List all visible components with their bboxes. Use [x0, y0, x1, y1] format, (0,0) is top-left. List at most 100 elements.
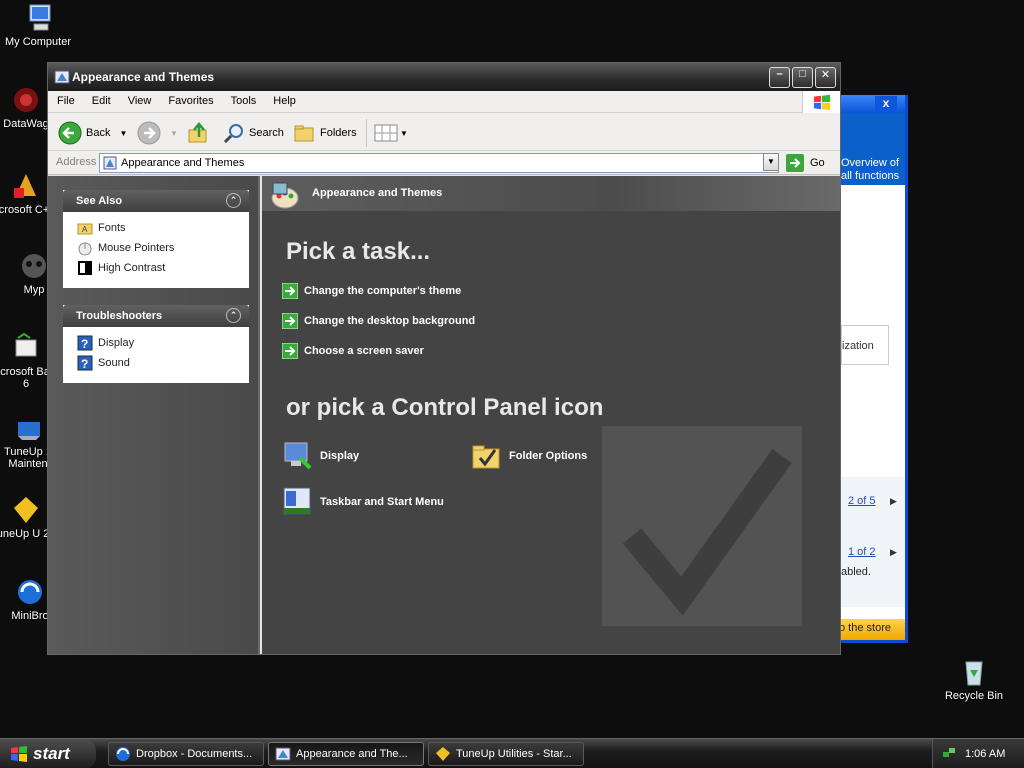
see-also-mouse-pointers[interactable]: Mouse Pointers: [63, 238, 249, 258]
appearance-themes-window[interactable]: Appearance and Themes – □ ✕ File Edit Vi…: [47, 62, 841, 655]
control-panel-icon: [54, 70, 70, 84]
taskbar-button-dropbox[interactable]: Dropbox - Documents...: [108, 742, 264, 766]
views-dropdown-icon[interactable]: ▼: [400, 129, 408, 138]
system-tray: 1:06 AM: [932, 739, 1024, 768]
forward-button[interactable]: ▼: [137, 120, 178, 146]
folders-button[interactable]: Folders: [293, 120, 357, 146]
go-arrow-icon: [786, 154, 804, 172]
toolbar: Back ▼ ▼ Search Folders ▼: [48, 113, 840, 151]
up-folder-button[interactable]: [186, 120, 210, 146]
views-button[interactable]: ▼: [374, 120, 408, 146]
task-arrow-icon: [282, 313, 298, 329]
desktop-icon-recycle-bin[interactable]: Recycle Bin: [934, 656, 1014, 702]
raccoon-icon: [22, 254, 46, 278]
folders-icon: [294, 125, 314, 142]
task-change-theme[interactable]: Change the computer's theme: [282, 283, 461, 299]
see-also-fonts[interactable]: A Fonts: [63, 218, 249, 238]
cp-icon-display[interactable]: Display: [282, 440, 359, 472]
collapse-chevron-icon[interactable]: ⌃: [226, 193, 241, 208]
menu-file[interactable]: File: [48, 91, 83, 107]
windows-logo: [802, 91, 840, 113]
window-title: Appearance and Themes: [72, 70, 215, 84]
menu-tools[interactable]: Tools: [222, 91, 265, 107]
desktop-icon-my-computer[interactable]: My Computer: [0, 2, 78, 48]
high-contrast-icon: [78, 261, 92, 275]
task-arrow-icon: [282, 343, 298, 359]
go-button[interactable]: Go: [786, 154, 825, 172]
collapse-chevron-icon[interactable]: ⌃: [226, 308, 241, 323]
task-change-background[interactable]: Change the desktop background: [282, 313, 475, 329]
browser-icon: [116, 747, 130, 761]
background-window-pager-1[interactable]: 2 of 5: [848, 495, 876, 507]
background-window-store-button[interactable]: o the store: [833, 619, 905, 640]
appearance-themes-icon: [271, 182, 299, 209]
address-value: Appearance and Themes: [121, 157, 245, 169]
maximize-button[interactable]: □: [792, 67, 813, 88]
tuneup-key-icon: [436, 747, 450, 761]
see-also-header[interactable]: See Also ⌃: [63, 190, 249, 212]
background-window-close-button[interactable]: x: [875, 96, 897, 112]
menu-favorites[interactable]: Favorites: [159, 91, 221, 107]
chevron-right-icon[interactable]: ▶: [890, 496, 897, 507]
menu-bar: File Edit View Favorites Tools Help: [48, 91, 840, 113]
menu-edit[interactable]: Edit: [83, 91, 119, 107]
address-input[interactable]: Appearance and Themes: [99, 153, 779, 173]
troubleshooters-panel: Troubleshooters ⌃ ? Display ? Sound: [63, 305, 249, 383]
menu-help[interactable]: Help: [264, 91, 304, 107]
help-icon: ?: [77, 355, 93, 371]
control-panel-small-icon: [103, 156, 117, 170]
control-panel-icon: [275, 747, 291, 761]
toolbar-separator: [366, 119, 367, 147]
task-screen-saver[interactable]: Choose a screen saver: [282, 343, 424, 359]
category-title: Appearance and Themes: [312, 187, 443, 199]
see-also-high-contrast[interactable]: High Contrast: [63, 258, 249, 278]
tuneup-key-icon: [14, 497, 38, 523]
background-window-card[interactable]: ization: [841, 325, 889, 365]
address-label: Address: [56, 156, 97, 168]
task-arrow-icon: [282, 283, 298, 299]
search-button[interactable]: Search: [222, 120, 284, 146]
back-dropdown-icon[interactable]: ▼: [119, 129, 127, 138]
troubleshooters-title: Troubleshooters: [76, 310, 163, 322]
see-also-panel: See Also ⌃ A Fonts Mouse Pointers High C…: [63, 190, 249, 288]
svg-text:A: A: [82, 225, 88, 234]
window-titlebar[interactable]: Appearance and Themes – □ ✕: [48, 63, 840, 91]
svg-text:?: ?: [81, 357, 88, 371]
windows-flag-icon: [11, 746, 27, 762]
close-button[interactable]: ✕: [815, 67, 836, 88]
forward-dropdown-icon[interactable]: ▼: [170, 129, 178, 138]
chevron-right-icon[interactable]: ▶: [890, 547, 897, 558]
background-window-status-text: abled.: [841, 566, 871, 578]
visual-basic-icon: [15, 332, 37, 357]
taskbar: start Dropbox - Documents... Appearance …: [0, 738, 1024, 768]
forward-arrow-icon: [137, 121, 161, 145]
help-icon: ?: [77, 335, 93, 351]
start-button[interactable]: start: [0, 739, 96, 768]
back-label: Back: [86, 127, 111, 139]
pick-icon-heading: or pick a Control Panel icon: [286, 394, 604, 421]
start-label: start: [33, 744, 70, 763]
address-dropdown-button[interactable]: ▼: [763, 153, 779, 171]
network-icon[interactable]: [941, 746, 957, 762]
go-label: Go: [810, 157, 825, 169]
back-button[interactable]: Back ▼: [58, 120, 127, 146]
taskbar-button-tuneup[interactable]: TuneUp Utilities - Star...: [428, 742, 584, 766]
clock[interactable]: 1:06 AM: [965, 748, 1005, 760]
troubleshooters-header[interactable]: Troubleshooters ⌃: [63, 305, 249, 327]
cp-icon-taskbar-start-menu[interactable]: Taskbar and Start Menu: [282, 486, 444, 518]
folder-options-icon: [472, 445, 500, 469]
see-also-title: See Also: [76, 195, 123, 207]
menu-view[interactable]: View: [119, 91, 160, 107]
troubleshooter-sound[interactable]: ? Sound: [63, 353, 249, 373]
pick-task-heading: Pick a task...: [286, 238, 431, 265]
background-window-pager-2[interactable]: 1 of 2: [848, 546, 876, 558]
troubleshooter-display[interactable]: ? Display: [63, 333, 249, 353]
back-arrow-icon: [58, 121, 82, 145]
window-content: See Also ⌃ A Fonts Mouse Pointers High C…: [48, 176, 840, 654]
main-pane: Appearance and Themes Pick a task... Cha…: [262, 176, 840, 654]
cp-icon-folder-options[interactable]: Folder Options: [471, 440, 587, 472]
windows-flag-icon: [813, 94, 831, 111]
minimize-button[interactable]: –: [769, 67, 790, 88]
search-icon: [223, 124, 243, 144]
taskbar-button-appearance[interactable]: Appearance and The...: [268, 742, 424, 766]
